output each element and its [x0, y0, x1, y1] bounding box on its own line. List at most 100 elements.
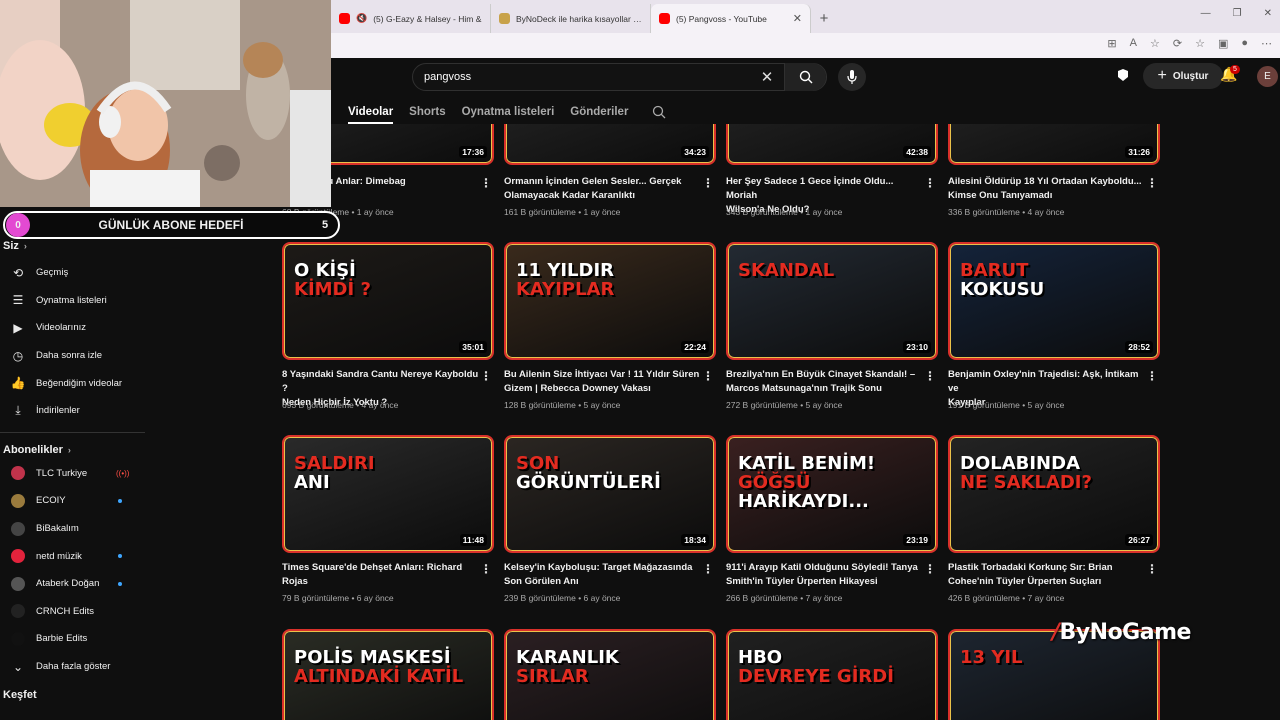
video-thumbnail[interactable]: DOLABINDA NE SAKLADI? 26:27: [948, 435, 1160, 553]
kebab-menu-icon[interactable]: ⋮: [1146, 176, 1158, 190]
create-label: Oluştur: [1172, 70, 1209, 82]
video-title[interactable]: 911'i Arayıp Katil Olduğunu Söyledi! Tan…: [726, 561, 926, 589]
video-thumbnail[interactable]: KATİL BENİM! GÖĞSÜ HARİKAYDI... 23:19: [726, 435, 938, 553]
apps-icon[interactable]: ⊞: [1107, 37, 1116, 50]
video-duration: 18:34: [681, 534, 709, 546]
thumbnail-caption: SKANDAL: [738, 260, 835, 281]
tab-posts[interactable]: Gönderiler: [570, 106, 628, 118]
video-duration: 17:36: [459, 146, 487, 158]
video-title-line: Her Şey Sadece 1 Gece İçinde Oldu... Mor…: [726, 176, 894, 201]
thumbnail-overlay-text: KATİL BENİM! GÖĞSÜ HARİKAYDI...: [738, 454, 875, 512]
browser-tab-active[interactable]: (5) Pangvoss - YouTube ✕: [651, 4, 811, 33]
thumbnail-overlay-text: POLİS MASKESİ ALTINDAKİ KATİL: [294, 648, 463, 687]
video-title[interactable]: Bu Ailenin Size İhtiyacı Var ! 11 Yıldır…: [504, 368, 704, 396]
close-tab-icon[interactable]: ✕: [793, 12, 802, 25]
search-input[interactable]: pangvoss: [413, 71, 750, 83]
streamer-image: [0, 0, 331, 207]
kebab-menu-icon[interactable]: ⋮: [480, 562, 492, 576]
video-duration: 11:48: [459, 534, 487, 546]
video-thumbnail[interactable]: O KİŞİ KİMDİ ? 35:01: [282, 242, 494, 360]
kebab-menu-icon[interactable]: ⋮: [702, 369, 714, 383]
clear-search-icon[interactable]: ✕: [750, 68, 784, 86]
kebab-menu-icon[interactable]: ⋮: [1146, 562, 1158, 576]
minimize-icon[interactable]: —: [1201, 8, 1211, 19]
voice-search-button[interactable]: [838, 63, 866, 91]
video-title[interactable]: Ormanın İçinden Gelen Sesler... Gerçek Ol…: [504, 175, 704, 203]
plus-icon: +: [1157, 67, 1167, 84]
video-title[interactable]: Times Square'de Dehşet Anları: Richard Ro…: [282, 561, 482, 589]
video-duration: 26:27: [1125, 534, 1153, 546]
thumbnail-caption: ANI: [294, 471, 330, 493]
thumbnail-caption: KOKUSU: [960, 278, 1045, 300]
kebab-menu-icon[interactable]: ⋮: [1146, 369, 1158, 383]
tab-shorts[interactable]: Shorts: [409, 106, 445, 118]
close-window-icon[interactable]: ✕: [1264, 8, 1272, 19]
video-thumbnail[interactable]: SKANDAL 23:10: [726, 242, 938, 360]
muted-speaker-icon[interactable]: 🔇: [356, 13, 367, 24]
search-button[interactable]: [784, 63, 826, 91]
collections-icon[interactable]: ▣: [1218, 37, 1228, 50]
more-icon[interactable]: ⋯: [1261, 37, 1272, 50]
thumbnail-caption: DEVREYE GİRDİ: [738, 665, 894, 687]
youtube-favicon-icon: [659, 13, 670, 24]
video-duration: 34:23: [681, 146, 709, 158]
video-meta: 272 B görüntüleme • 5 ay önce: [726, 400, 843, 410]
tab-videos[interactable]: Videolar: [348, 106, 394, 124]
search-icon: [799, 70, 812, 84]
video-title[interactable]: Ailesini Öldürüp 18 Yıl Ortadan Kayboldu…: [948, 175, 1148, 203]
video-meta: 191 B görüntüleme • 5 ay önce: [948, 400, 1065, 410]
tab-playlists[interactable]: Oynatma listeleri: [462, 106, 555, 118]
cast-icon[interactable]: [1116, 68, 1130, 82]
favorites-icon[interactable]: ☆: [1195, 37, 1205, 50]
video-title-line: Smith'in Tüyler Ürperten Hikayesi: [726, 576, 878, 587]
kebab-menu-icon[interactable]: ⋮: [480, 176, 492, 190]
browser-tab-1[interactable]: 🔇 (5) G-Eazy & Halsey - Him &: [331, 4, 491, 33]
search-box[interactable]: pangvoss ✕: [412, 63, 827, 91]
video-title[interactable]: Plastik Torbadaki Korkunç Sır: Brian Cohe…: [948, 561, 1148, 589]
new-tab-button[interactable]: +: [811, 4, 837, 33]
video-title-line: 911'i Arayıp Katil Olduğunu Söyledi! Tan…: [726, 562, 918, 573]
favorite-star-icon[interactable]: ☆: [1150, 37, 1160, 50]
tab-label: (5) G-Eazy & Halsey - Him &: [373, 13, 482, 24]
profile-icon[interactable]: ●: [1241, 37, 1248, 50]
avatar[interactable]: E: [1257, 66, 1278, 87]
thumbnail-overlay-text: DOLABINDA NE SAKLADI?: [960, 454, 1092, 493]
video-title-line: Marcos Matsunaga'nın Trajik Sonu: [726, 383, 882, 394]
thumbnail-overlay-text: KARANLIK SIRLAR: [516, 648, 619, 687]
video-thumbnail[interactable]: BARUT KOKUSU 28:52: [948, 242, 1160, 360]
kebab-menu-icon[interactable]: ⋮: [480, 369, 492, 383]
browser-tab-2[interactable]: ByNoDeck ile harika kısayollar ya: [491, 4, 651, 33]
mic-icon: [847, 70, 857, 84]
video-meta: 426 B görüntüleme • 7 ay önce: [948, 593, 1065, 603]
thumbnail-caption: HARİKAYDI...: [738, 490, 869, 512]
extensions-icon[interactable]: ⟳: [1173, 37, 1182, 50]
create-button[interactable]: + Oluştur: [1143, 63, 1223, 89]
video-thumbnail[interactable]: POLİS MASKESİ ALTINDAKİ KATİL: [282, 629, 494, 720]
window-controls: — ❐ ✕: [1201, 8, 1272, 19]
channel-search-icon[interactable]: [652, 105, 666, 119]
video-thumbnail[interactable]: KARANLIK SIRLAR: [504, 629, 716, 720]
video-thumbnail[interactable]: SON GÖRÜNTÜLERİ 18:34: [504, 435, 716, 553]
bynogame-watermark: /ByNoGame: [1052, 620, 1191, 645]
read-aloud-icon[interactable]: A: [1130, 37, 1137, 50]
video-meta: 336 B görüntüleme • 4 ay önce: [948, 207, 1065, 217]
daily-sub-goal-bar: 0 GÜNLÜK ABONE HEDEFİ 5: [3, 211, 340, 239]
video-meta: 161 B görüntüleme • 1 ay önce: [504, 207, 621, 217]
kebab-menu-icon[interactable]: ⋮: [924, 562, 936, 576]
video-thumbnail[interactable]: HBO DEVREYE GİRDİ: [726, 629, 938, 720]
kebab-menu-icon[interactable]: ⋮: [924, 176, 936, 190]
kebab-menu-icon[interactable]: ⋮: [702, 176, 714, 190]
kebab-menu-icon[interactable]: ⋮: [702, 562, 714, 576]
video-title[interactable]: Brezilya'nın En Büyük Cinayet Skandalı! …: [726, 368, 926, 396]
restore-icon[interactable]: ❐: [1233, 8, 1242, 19]
video-duration: 35:01: [459, 341, 487, 353]
video-meta: 693 B görüntüleme • 4 ay önce: [282, 400, 399, 410]
video-duration: 42:38: [903, 146, 931, 158]
video-thumbnail[interactable]: SALDIRI ANI 11:48: [282, 435, 494, 553]
goal-title: GÜNLÜK ABONE HEDEFİ: [98, 218, 244, 232]
video-thumbnail[interactable]: 11 YILDIR KAYIPLAR 22:24: [504, 242, 716, 360]
kebab-menu-icon[interactable]: ⋮: [924, 369, 936, 383]
thumbnail-overlay-text: SON GÖRÜNTÜLERİ: [516, 454, 661, 493]
video-title[interactable]: Kelsey'in Kayboluşu: Target Mağazasında S…: [504, 561, 704, 589]
video-title-line: Ormanın İçinden Gelen Sesler... Gerçek: [504, 176, 682, 187]
